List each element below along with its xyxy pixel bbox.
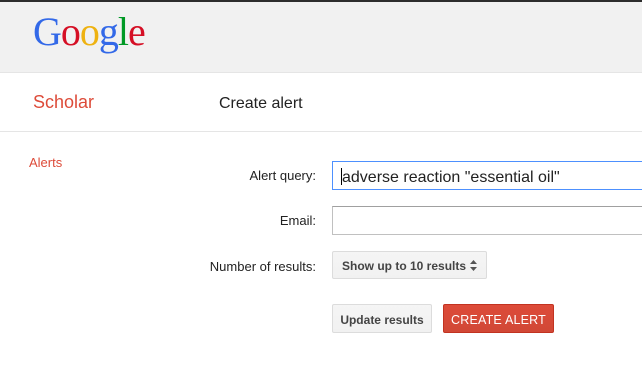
- sub-header: Scholar Create alert: [0, 73, 642, 132]
- select-value: 10 results: [410, 259, 467, 273]
- page-title: Create alert: [219, 95, 303, 112]
- number-of-results-label: Number of results:: [209, 259, 316, 274]
- logo-letter: o: [60, 9, 81, 54]
- logo-letter: o: [79, 9, 100, 54]
- update-results-button[interactable]: Update results: [332, 304, 432, 333]
- sidebar-alerts-link[interactable]: Alerts: [29, 155, 62, 170]
- email-input[interactable]: [332, 206, 642, 235]
- number-of-results-select[interactable]: Show up to 10 results: [332, 251, 487, 279]
- select-prefix: Show up to: [342, 259, 407, 273]
- logo-letter: e: [128, 9, 146, 54]
- create-alert-button[interactable]: CREATE ALERT: [443, 304, 554, 333]
- logo-letter: g: [98, 9, 119, 54]
- up-down-arrows-icon: [470, 260, 477, 271]
- logo-letter: G: [33, 9, 62, 54]
- email-label: Email:: [279, 213, 316, 228]
- google-logo[interactable]: Google: [33, 9, 146, 54]
- alert-query-input[interactable]: adverse reaction "essential oil": [332, 161, 642, 190]
- scholar-title[interactable]: Scholar: [33, 92, 94, 113]
- logo-letter: l: [117, 9, 129, 54]
- alert-query-label: Alert query:: [249, 168, 316, 183]
- alert-query-value: adverse reaction "essential oil": [342, 169, 560, 186]
- top-bar: Google: [0, 0, 642, 73]
